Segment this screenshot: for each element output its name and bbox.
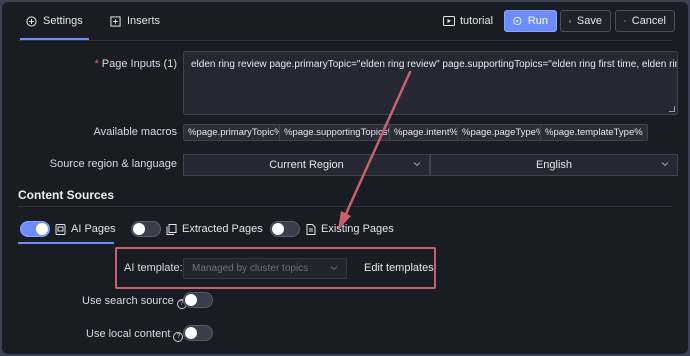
annotation-arrow [338,70,412,230]
app-window: Settings Inserts tutorial Run Save Cance… [2,2,688,354]
